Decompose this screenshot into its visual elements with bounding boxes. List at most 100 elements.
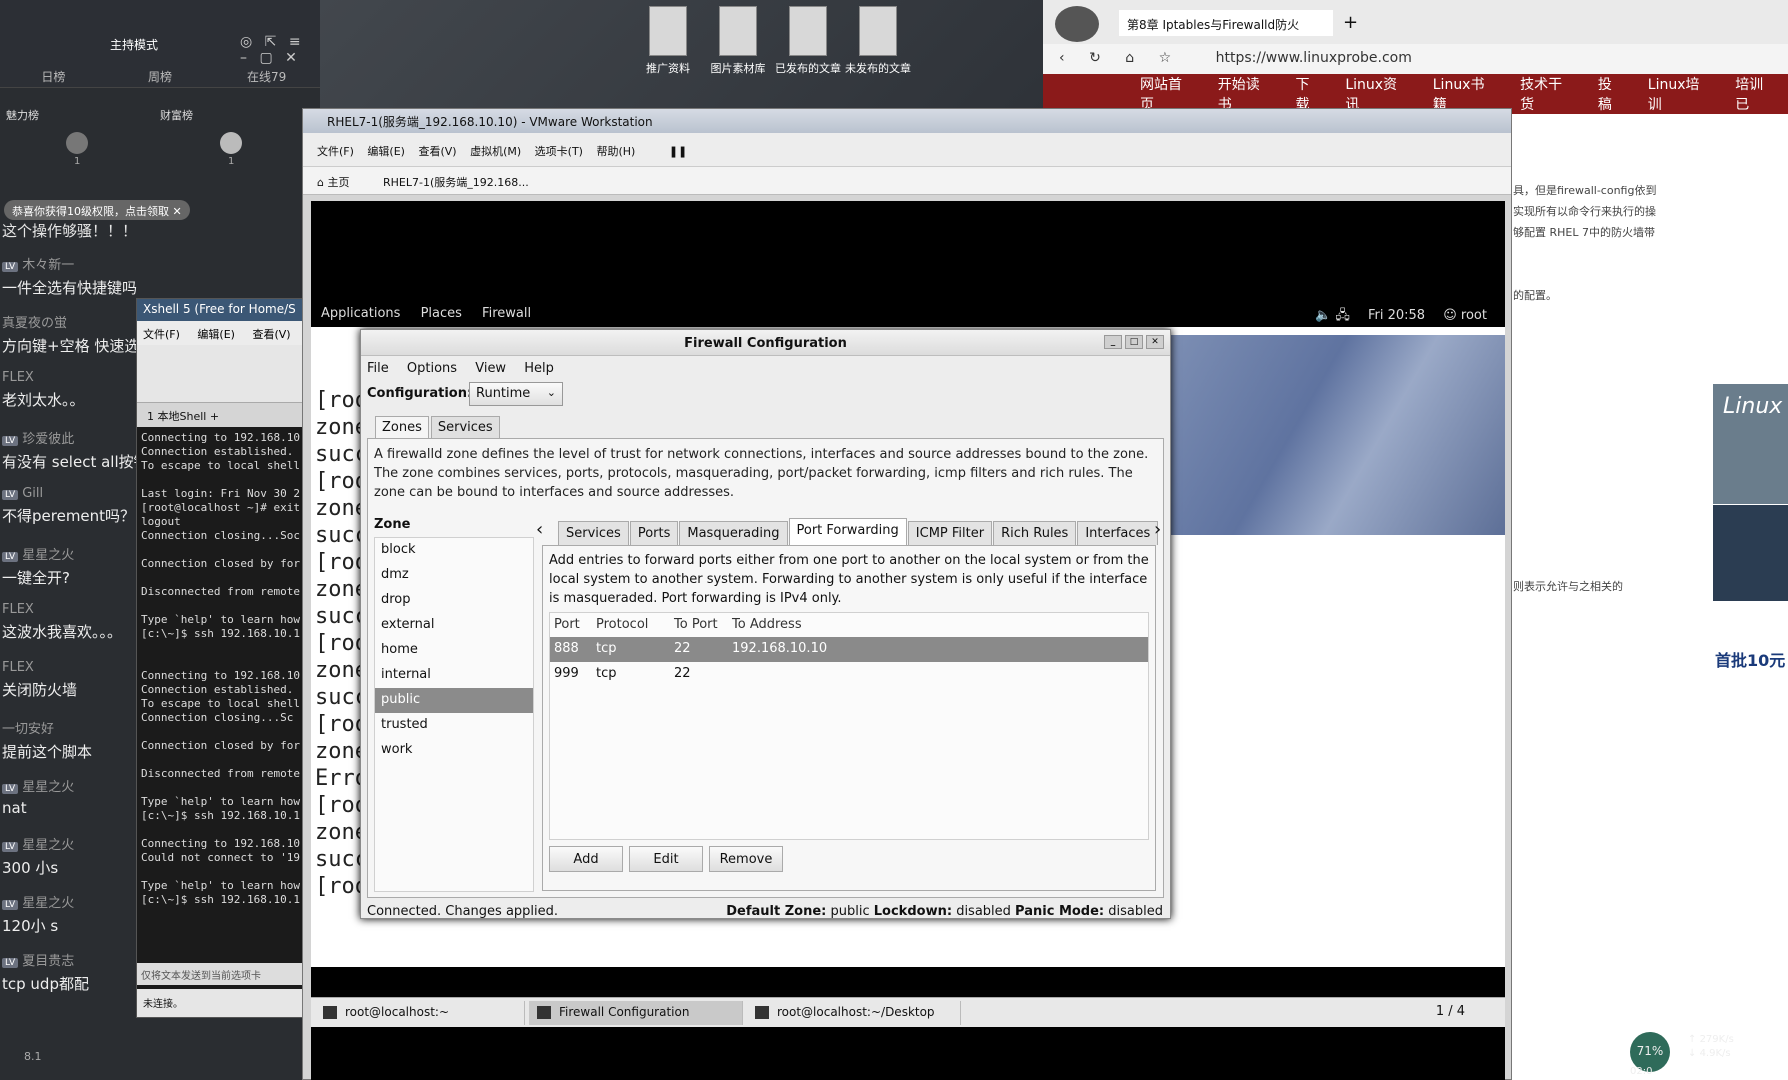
address-bar[interactable]: ‹ ↻ ⌂ ☆ https://www.linuxprobe.com xyxy=(1043,44,1788,74)
desktop-file[interactable]: 资料解压密码.htm xyxy=(1572,936,1636,976)
menu-help[interactable]: Help xyxy=(524,361,554,376)
menu-item[interactable]: 查看(V) xyxy=(418,145,456,158)
column-to-address[interactable]: To Address xyxy=(728,617,1148,637)
zone-item[interactable]: work xyxy=(375,738,533,763)
menu-view[interactable]: View xyxy=(475,361,506,376)
applications-menu[interactable]: Applications xyxy=(321,306,400,321)
tab-rich-rules[interactable]: Rich Rules xyxy=(993,521,1077,545)
zone-item-selected[interactable]: public xyxy=(375,688,533,713)
zone-item[interactable]: dmz xyxy=(375,563,533,588)
tab-zone-services[interactable]: Services xyxy=(558,521,629,545)
close-icon[interactable]: ✕ xyxy=(1146,335,1164,349)
browser-tab[interactable]: 第8章 Iptables与Firewalld防火 xyxy=(1119,10,1333,36)
pause-icon[interactable]: ❚❚ xyxy=(669,145,687,158)
promo-banner[interactable]: 首批10元 xyxy=(1713,645,1788,730)
menu-options[interactable]: Options xyxy=(407,361,457,376)
charm-rank-label: 魅力榜 xyxy=(6,109,39,122)
zone-item[interactable]: block xyxy=(375,538,533,563)
tab-port-forwarding[interactable]: Port Forwarding xyxy=(788,518,907,545)
chevron-left-icon[interactable]: ‹ xyxy=(536,519,543,540)
desktop-file[interactable]: 解压密码.txt xyxy=(1512,936,1572,976)
xshell-input-placeholder: 仅将文本发送到当前选项卡 xyxy=(141,971,261,982)
xshell-terminal[interactable]: Connecting to 192.168.10. Connection est… xyxy=(137,427,305,911)
xshell-tab[interactable]: 1 本地Shell + xyxy=(137,403,305,427)
taskbar-item[interactable]: root@localhost:~ xyxy=(315,1001,525,1025)
xshell-send-input[interactable]: 仅将文本发送到当前选项卡 xyxy=(137,963,307,985)
column-protocol[interactable]: Protocol xyxy=(592,617,666,637)
menu-item[interactable]: 文件(F) xyxy=(143,328,180,341)
menu-item[interactable]: 查看(V) xyxy=(252,328,290,341)
avatar[interactable] xyxy=(220,132,242,154)
zone-item[interactable]: home xyxy=(375,638,533,663)
places-menu[interactable]: Places xyxy=(421,306,462,321)
workspace-pager[interactable]: 1 / 4 xyxy=(1436,1004,1465,1019)
menu-item[interactable]: 帮助(H) xyxy=(596,145,635,158)
table-row[interactable]: 999 tcp 22 xyxy=(550,662,1148,687)
back-icon[interactable]: ‹ xyxy=(1059,50,1065,66)
menu-item[interactable]: 文件(F) xyxy=(317,145,354,158)
nav-item[interactable]: 培训已 xyxy=(1724,74,1788,114)
tab-interfaces[interactable]: Interfaces xyxy=(1077,521,1159,545)
add-button[interactable]: Add xyxy=(549,846,623,872)
vmware-titlebar: RHEL7-1(服务端_192.168.10.10) - VMware Work… xyxy=(303,109,1511,133)
nav-item[interactable]: 技术干货 xyxy=(1509,74,1587,114)
side-ad-image[interactable] xyxy=(1713,505,1788,601)
desktop-folder[interactable]: 图片素材库 xyxy=(700,6,776,76)
maximize-icon[interactable]: □ xyxy=(1125,335,1143,349)
tab-online[interactable]: 在线79 xyxy=(213,68,320,85)
desktop-folder[interactable]: 推广资料 xyxy=(630,6,706,76)
taskbar-item[interactable]: root@localhost:~/Desktop xyxy=(747,1001,961,1025)
new-tab-icon[interactable]: + xyxy=(1343,12,1358,33)
chat-user: 木々新一 xyxy=(22,258,75,273)
star-icon[interactable]: ☆ xyxy=(1159,50,1172,66)
desktop-file[interactable]: Memo.txt xyxy=(1564,1040,1616,1053)
system-tray: 71% ↑ 279K/s ↓ 4.9K/s 02:0 xyxy=(1630,1028,1788,1080)
menu-item[interactable]: 选项卡(T) xyxy=(535,145,583,158)
clock: Fri 20:58 xyxy=(1367,308,1426,323)
tab-ports[interactable]: Ports xyxy=(629,521,679,545)
topbar-status[interactable]: 🔈 🖧 Fri 20:58 ☺ root xyxy=(1315,306,1487,328)
remove-button[interactable]: Remove xyxy=(709,846,783,872)
menu-item[interactable]: 编辑(E) xyxy=(367,145,405,158)
window-controls[interactable]: ◎ ⇱ ≡ – ▢ ✕ xyxy=(240,34,320,66)
chat-user: FLEX xyxy=(2,602,34,617)
active-app[interactable]: Firewall xyxy=(482,306,531,321)
menu-item[interactable]: 虚拟机(M) xyxy=(470,145,521,158)
tab-icmp-filter[interactable]: ICMP Filter xyxy=(907,521,993,545)
avatar[interactable] xyxy=(66,132,88,154)
tab-weekly[interactable]: 周榜 xyxy=(107,68,214,85)
menu-item[interactable]: 编辑(E) xyxy=(197,328,235,341)
taskbar-label: root@localhost:~/Desktop xyxy=(777,1005,935,1019)
zone-item[interactable]: trusted xyxy=(375,713,533,738)
side-ad[interactable]: Linux xyxy=(1713,384,1788,504)
configuration-select[interactable]: Runtime ⌄ xyxy=(469,382,563,406)
nav-item[interactable]: 投稿 xyxy=(1587,74,1637,114)
menu-file[interactable]: File xyxy=(367,361,389,376)
reload-icon[interactable]: ↻ xyxy=(1089,50,1101,66)
add-tab-icon[interactable]: + xyxy=(210,410,219,423)
desktop-file[interactable]: 必读Linux书籍（免费... xyxy=(1636,936,1716,976)
tab-vm[interactable]: RHEL7-1(服务端_192.168... xyxy=(383,176,529,189)
table-row[interactable]: 888 tcp 22 192.168.10.10 xyxy=(550,637,1148,662)
column-to-port[interactable]: To Port xyxy=(666,617,728,637)
terminal-icon xyxy=(323,1006,337,1019)
chevron-right-icon[interactable]: › xyxy=(1154,519,1161,540)
tab-daily[interactable]: 日榜 xyxy=(0,68,107,85)
home-icon[interactable]: ⌂ xyxy=(1125,50,1134,66)
zone-item[interactable]: drop xyxy=(375,588,533,613)
column-port[interactable]: Port xyxy=(550,617,592,637)
tab-home[interactable]: 主页 xyxy=(327,176,349,189)
rank-count: 1 xyxy=(228,156,235,167)
desktop-folder[interactable]: 已发布的文章 xyxy=(770,6,846,76)
desktop-folder[interactable]: 未发布的文章 xyxy=(840,6,916,76)
nav-item[interactable]: Linux培训 xyxy=(1637,74,1724,114)
zone-item[interactable]: internal xyxy=(375,663,533,688)
chat-user: 星星之火 xyxy=(22,838,75,853)
zone-item[interactable]: external xyxy=(375,613,533,638)
tab-masquerading[interactable]: Masquerading xyxy=(679,521,788,545)
tab-services[interactable]: Services xyxy=(430,416,500,438)
taskbar-item[interactable]: Firewall Configuration xyxy=(529,1001,743,1025)
minimize-icon[interactable]: _ xyxy=(1104,335,1122,349)
tab-zones[interactable]: Zones xyxy=(375,416,429,438)
edit-button[interactable]: Edit xyxy=(629,846,703,872)
